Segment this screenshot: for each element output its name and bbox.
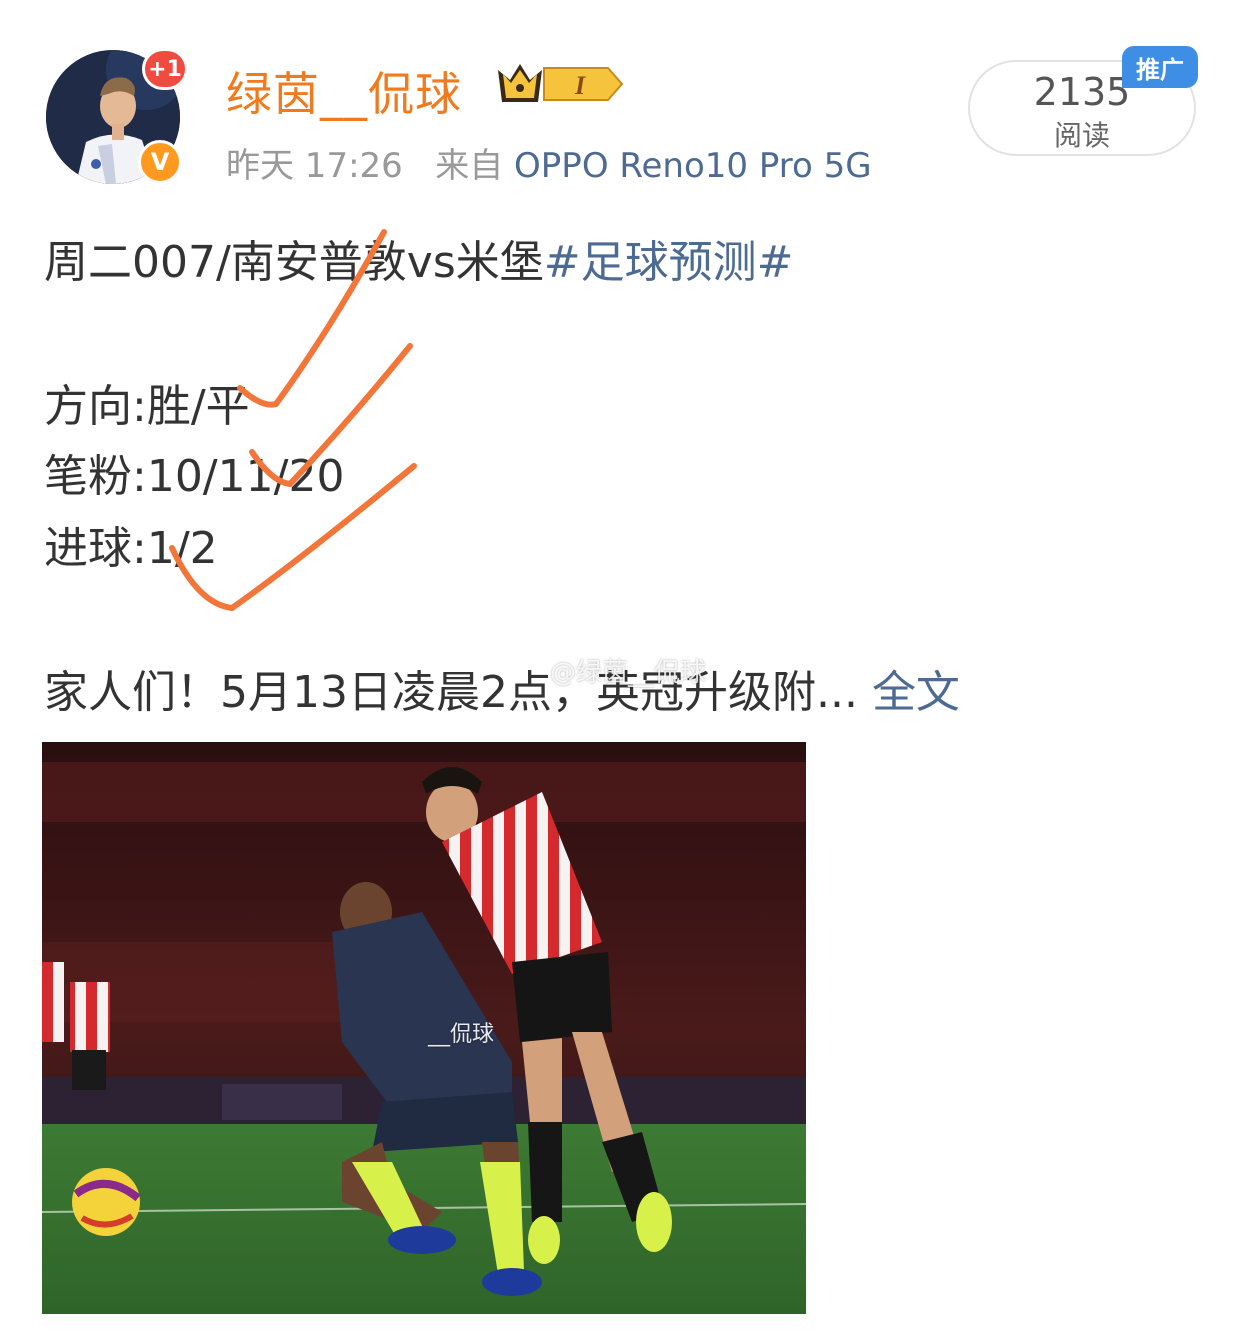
scores-line: 笔粉:10/11/20: [44, 451, 345, 502]
text-watermark: @绿茵__侃球: [550, 658, 707, 688]
notification-badge: +1: [142, 48, 188, 90]
direction-line: 方向:胜/平: [44, 381, 250, 432]
post-time: 昨天 17:26: [226, 146, 403, 186]
teaser-line: 家人们！5月13日凌晨2点，英冠升级附... 全文: [44, 656, 960, 720]
hashtag-link[interactable]: #足球预测#: [544, 237, 794, 288]
photo-watermark: __侃球: [428, 1022, 495, 1047]
full-text-link[interactable]: 全文: [872, 667, 960, 718]
verified-badge: V: [138, 140, 182, 184]
goals-line: 进球:1/2: [44, 523, 218, 574]
read-label: 阅读: [1053, 119, 1110, 152]
match-text: 周二007/南安普敦vs米堡: [44, 237, 544, 288]
source-device-link[interactable]: OPPO Reno10 Pro 5G: [514, 146, 872, 186]
author-name[interactable]: 绿茵__侃球: [226, 58, 462, 124]
football-match-photo: [42, 742, 806, 1314]
promo-tag: 推广: [1122, 46, 1198, 88]
level-badge-text: I: [574, 71, 586, 100]
post-meta: 昨天 17:26 来自 OPPO Reno10 Pro 5G: [226, 138, 872, 187]
vip-crown-badge[interactable]: I: [496, 58, 628, 110]
teaser-text: 家人们！5月13日凌晨2点，英冠升级附...: [44, 667, 858, 718]
match-line: 周二007/南安普敦vs米堡#足球预测#: [44, 226, 794, 290]
post-photo[interactable]: [42, 742, 806, 1314]
source-prefix: 来自: [435, 146, 504, 186]
